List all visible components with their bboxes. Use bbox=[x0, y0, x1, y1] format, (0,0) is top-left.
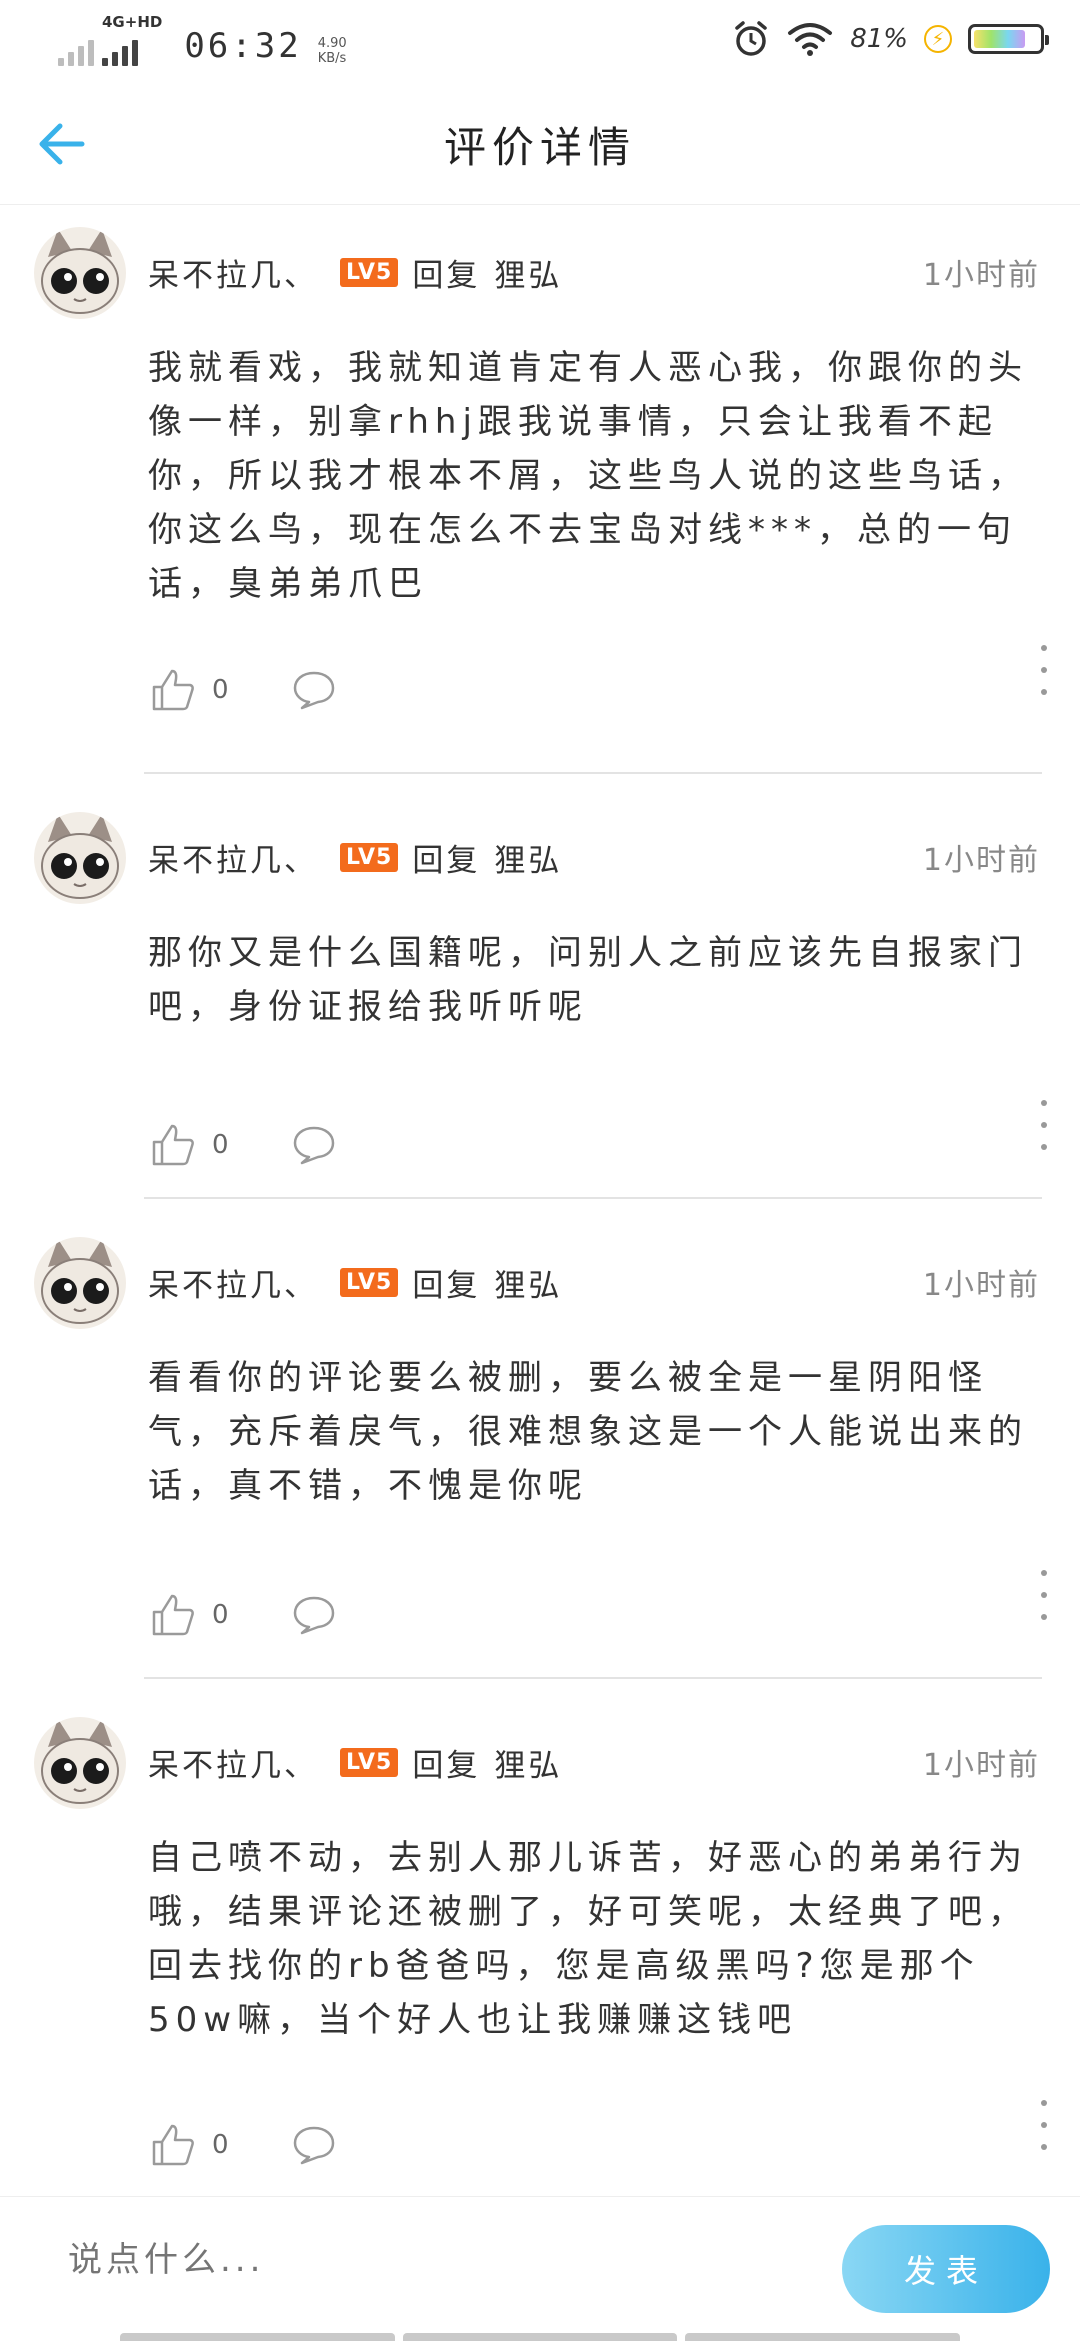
comment-text: 我就看戏，我就知道肯定有人恶心我，你跟你的头像一样，别拿rhhj跟我说事情，只会… bbox=[148, 348, 1028, 604]
send-button[interactable]: 发表 bbox=[842, 2225, 1050, 2313]
comment-time: 1小时前 bbox=[922, 1748, 1040, 1783]
charging-icon: ⚡ bbox=[924, 25, 952, 53]
comment-meta: 呆不拉几、 LV5 回复 狸弘 bbox=[148, 1737, 562, 1787]
comment-actions: 0 bbox=[150, 1590, 336, 1640]
app-header: 评价详情 bbox=[0, 80, 1080, 205]
avatar[interactable] bbox=[34, 1237, 126, 1329]
network-label: 4G+HD bbox=[102, 13, 163, 31]
comment-icon[interactable] bbox=[292, 1125, 336, 1165]
status-bar: 4G+HD 06:32 4.90 KB/s 81% ⚡ bbox=[0, 0, 1080, 80]
comment-actions: 0 bbox=[150, 665, 336, 715]
more-icon[interactable] bbox=[1036, 1570, 1052, 1620]
comment-icon[interactable] bbox=[292, 1595, 336, 1635]
username[interactable]: 呆不拉几、 bbox=[148, 1260, 318, 1305]
like-count: 0 bbox=[212, 1130, 229, 1160]
more-icon[interactable] bbox=[1036, 1100, 1052, 1150]
comment-actions: 0 bbox=[150, 2120, 336, 2170]
divider bbox=[144, 1677, 1042, 1679]
avatar[interactable] bbox=[34, 1717, 126, 1809]
network-speed: 4.90 KB/s bbox=[318, 36, 347, 66]
like-icon[interactable] bbox=[150, 1122, 196, 1168]
level-badge: LV5 bbox=[340, 842, 399, 872]
comment-actions: 0 bbox=[150, 1120, 336, 1170]
avatar[interactable] bbox=[34, 812, 126, 904]
username[interactable]: 呆不拉几、 bbox=[148, 250, 318, 295]
comment-meta: 呆不拉几、 LV5 回复 狸弘 bbox=[148, 1257, 562, 1307]
comment-time: 1小时前 bbox=[922, 258, 1040, 293]
username[interactable]: 呆不拉几、 bbox=[148, 835, 318, 880]
wifi-icon bbox=[788, 23, 833, 56]
comment-text: 看看你的评论要么被删，要么被全是一星阴阳怪气，充斥着戾气，很难想象这是一个人能说… bbox=[148, 1358, 1028, 1506]
like-icon[interactable] bbox=[150, 667, 196, 713]
alarm-icon bbox=[735, 21, 767, 56]
comment-meta: 呆不拉几、 LV5 回复 狸弘 bbox=[148, 247, 562, 297]
level-badge: LV5 bbox=[340, 1747, 399, 1777]
avatar[interactable] bbox=[34, 227, 126, 319]
comment-time: 1小时前 bbox=[922, 1268, 1040, 1303]
status-time: 06:32 bbox=[184, 26, 302, 66]
reply-label: 回复 bbox=[412, 842, 481, 879]
reply-target[interactable]: 狸弘 bbox=[494, 1740, 562, 1785]
cat-avatar-icon bbox=[34, 812, 126, 904]
signal-icon bbox=[58, 32, 94, 66]
username[interactable]: 呆不拉几、 bbox=[148, 1740, 318, 1785]
like-count: 0 bbox=[212, 2130, 229, 2160]
comment-meta: 呆不拉几、 LV5 回复 狸弘 bbox=[148, 832, 562, 882]
battery-icon bbox=[968, 24, 1049, 54]
signal-icon-secondary bbox=[102, 32, 138, 66]
cat-avatar-icon bbox=[34, 1717, 126, 1809]
more-icon[interactable] bbox=[1036, 645, 1052, 695]
reply-target[interactable]: 狸弘 bbox=[494, 835, 562, 880]
divider bbox=[144, 772, 1042, 774]
comment-icon[interactable] bbox=[292, 670, 336, 710]
comment-composer: 发表 bbox=[0, 2196, 1080, 2341]
battery-fill bbox=[974, 30, 1025, 48]
comment-time: 1小时前 bbox=[922, 843, 1040, 878]
level-badge: LV5 bbox=[340, 257, 399, 287]
divider bbox=[144, 1197, 1042, 1199]
cat-avatar-icon bbox=[34, 1237, 126, 1329]
like-count: 0 bbox=[212, 675, 229, 705]
like-icon[interactable] bbox=[150, 2122, 196, 2168]
speed-unit: KB/s bbox=[317, 51, 347, 66]
battery-percent: 81% bbox=[850, 24, 908, 54]
reply-target[interactable]: 狸弘 bbox=[494, 1260, 562, 1305]
comment-icon[interactable] bbox=[292, 2125, 336, 2165]
reply-label: 回复 bbox=[412, 1267, 481, 1304]
level-badge: LV5 bbox=[340, 1267, 399, 1297]
like-icon[interactable] bbox=[150, 1592, 196, 1638]
speed-value: 4.90 bbox=[317, 36, 347, 51]
page-title: 评价详情 bbox=[443, 123, 636, 172]
reply-target[interactable]: 狸弘 bbox=[494, 250, 562, 295]
comment-text: 那你又是什么国籍呢，问别人之前应该先自报家门吧，身份证报给我听听呢 bbox=[148, 933, 1028, 1027]
cat-avatar-icon bbox=[34, 227, 126, 319]
reply-label: 回复 bbox=[412, 1747, 481, 1784]
reply-label: 回复 bbox=[412, 257, 481, 294]
comment-text: 自己喷不动，去别人那儿诉苦，好恶心的弟弟行为哦，结果评论还被删了，好可笑呢，太经… bbox=[148, 1838, 1028, 2040]
more-icon[interactable] bbox=[1036, 2100, 1052, 2150]
comment-input[interactable] bbox=[66, 2239, 770, 2281]
like-count: 0 bbox=[212, 1600, 229, 1630]
